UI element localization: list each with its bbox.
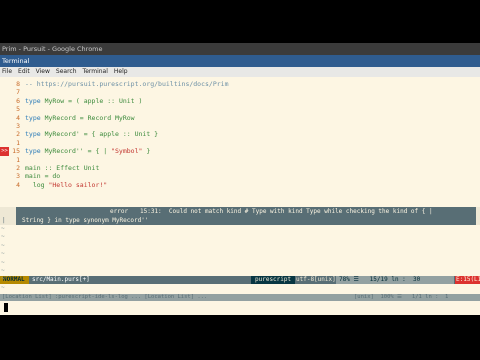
code-token: MyRecord' = { apple :: Unit }	[44, 130, 159, 139]
screen: Prim - Pursuit - Google Chrome Terminal …	[0, 0, 480, 360]
line-number: 3	[16, 172, 20, 181]
code-line[interactable]: 3 main = do	[0, 172, 480, 180]
statusline2-right: [unix] 100% ☰ 1/1 ln : 1	[354, 294, 449, 300]
code-text: log "Hello sailor!"	[25, 181, 107, 189]
empty-line-tilde: ~	[1, 275, 5, 283]
code-token: "Symbol"	[111, 147, 143, 156]
menu-search[interactable]: Search	[56, 67, 77, 77]
code-text: type MyRow = ( apple :: Unit )	[25, 97, 142, 105]
line-number: 1	[16, 138, 20, 147]
file-name: src/Main.purs[+]	[32, 276, 90, 283]
line-number: 4	[16, 113, 20, 122]
line-number: 4	[16, 180, 20, 189]
empty-line-tilde: ~	[1, 225, 5, 232]
code-line[interactable]: 8 -- https://pursuit.purescript.org/built…	[0, 80, 480, 88]
code-line[interactable]: 3	[0, 122, 480, 130]
menu-bar: File Edit View Search Terminal Help	[0, 67, 480, 77]
code-text: main = do	[25, 172, 60, 180]
code-line[interactable]: 7	[0, 88, 480, 96]
code-line[interactable]: 2 type MyRecord' = { apple :: Unit }	[0, 130, 480, 138]
line-number: 5	[16, 105, 20, 114]
code-token: = ( apple :: Unit )	[64, 96, 143, 105]
code-text: type MyRecord'' = { | "Symbol" }	[25, 147, 150, 155]
code-editor[interactable]: 4 log "Hello sailor!" 3 main = do 2 main :: …	[0, 77, 480, 298]
code-text: type MyRecord' = { apple :: Unit }	[25, 130, 158, 138]
code-text: main :: Effect Unit	[25, 164, 99, 172]
code-line[interactable]: 1	[0, 156, 480, 164]
code-token: -- https://pursuit.purescript.org/builti…	[25, 80, 229, 88]
code-token: MyRecord = Record MyRow	[44, 113, 135, 122]
code-token: type	[25, 130, 45, 139]
line-number: 7	[16, 88, 20, 97]
code-token: MyRecord'' = { |	[44, 147, 112, 156]
menu-terminal[interactable]: Terminal	[83, 67, 108, 77]
code-line[interactable]: >> 15 type MyRecord'' = { | "Symbol" }	[0, 147, 480, 156]
vim-statusline: NORMAL src/Main.purs[+] purescript utf-8…	[0, 276, 480, 284]
empty-line-tilde: ~	[1, 241, 5, 249]
code-line[interactable]: 2 main :: Effect Unit	[0, 164, 480, 172]
filetype: purescript	[251, 276, 295, 284]
browser-title-bar: Prim - Pursuit - Google Chrome	[0, 43, 480, 55]
error-message-cont: String } in type synonym MyRecord''	[22, 217, 149, 224]
menu-help[interactable]: Help	[114, 67, 128, 77]
location-list[interactable]: | error 15:31: Could not match kind # Ty…	[0, 207, 480, 225]
encoding: utf-8[unix]	[296, 276, 336, 283]
statusline2-left: [Location List] :purescript-ide-ls-log .…	[2, 294, 208, 300]
menu-file[interactable]: File	[2, 67, 12, 77]
empty-line-tilde: ~	[1, 283, 5, 291]
code-line[interactable]: 1	[0, 139, 480, 147]
line-number: 3	[16, 122, 20, 130]
empty-line-tilde: ~	[1, 250, 5, 258]
code-token: log	[25, 180, 49, 189]
line-number: 1	[16, 155, 20, 164]
empty-line-tilde: ~	[1, 258, 5, 266]
code-token: type	[25, 113, 45, 122]
empty-line-tilde: ~	[1, 267, 5, 274]
line-number: 15	[12, 147, 20, 156]
menu-edit[interactable]: Edit	[18, 67, 30, 77]
code-text: -- https://pursuit.purescript.org/builti…	[25, 80, 229, 88]
empty-line-tilde: ~	[1, 233, 5, 241]
code-token: main :: Effect Unit	[25, 164, 100, 172]
error-indicator: E:15(L15)	[455, 276, 480, 284]
line-number: 8	[16, 80, 20, 88]
terminal-title-bar: Terminal	[0, 55, 480, 67]
cursor-position: 78% ☰ 15/19 ln : 30	[336, 276, 454, 284]
line-number: 2	[16, 164, 20, 172]
line-number: 6	[16, 96, 20, 105]
menu-view[interactable]: View	[36, 67, 50, 77]
code-token: }	[142, 147, 151, 156]
code-token: type	[25, 96, 45, 105]
code-text: type MyRecord = Record MyRow	[25, 114, 135, 122]
text-cursor	[4, 303, 8, 312]
line-number: 2	[16, 130, 20, 139]
code-token: "Hello sailor!"	[48, 180, 108, 189]
location-list-statusline: [Location List] :purescript-ide-ls-log .…	[0, 294, 480, 301]
code-line[interactable]: 5	[0, 105, 480, 113]
code-token: type	[25, 147, 45, 156]
code-token: main = do	[25, 172, 61, 181]
code-line[interactable]: 4 log "Hello sailor!"	[0, 181, 480, 189]
code-line[interactable]: 4 type MyRecord = Record MyRow	[0, 114, 480, 122]
code-line[interactable]: 6 type MyRow = ( apple :: Unit )	[0, 97, 480, 105]
command-line[interactable]	[0, 301, 480, 315]
code-token: MyRow	[44, 96, 65, 105]
